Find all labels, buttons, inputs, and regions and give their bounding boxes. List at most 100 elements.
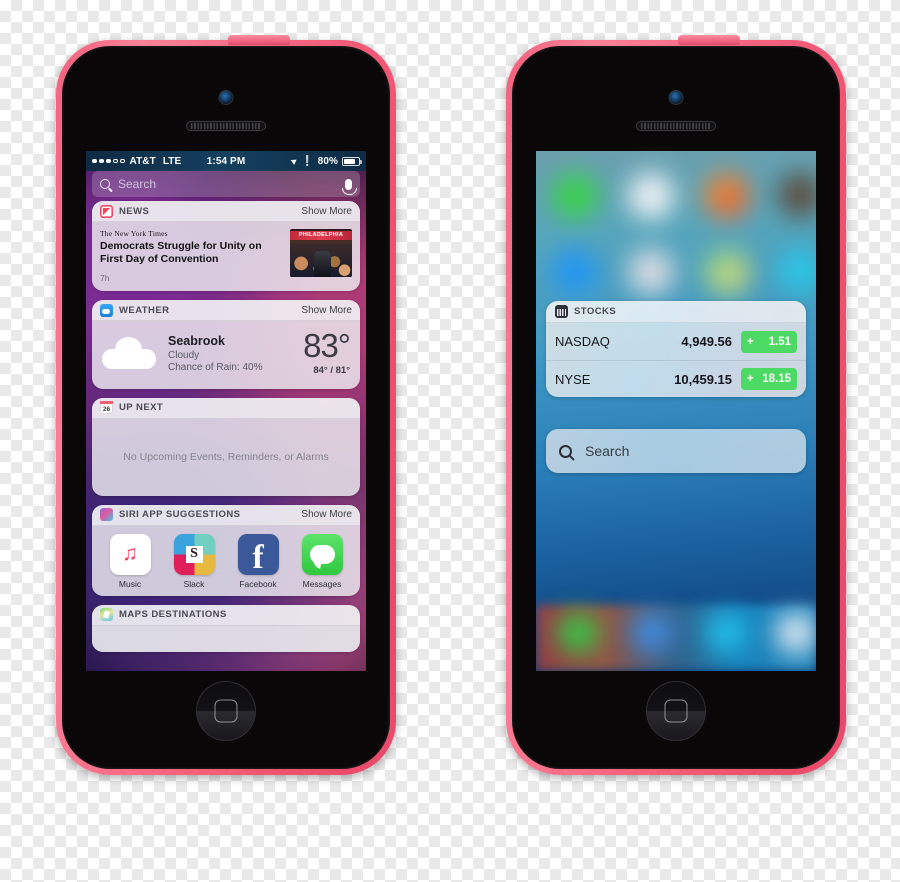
siri-icon <box>100 508 113 522</box>
app-label: Facebook <box>239 578 277 589</box>
phone-bezel-right: STOCKS NASDAQ 4,949.56 + 1.51 NYSE 10,45… <box>512 46 840 769</box>
power-button-right[interactable] <box>678 35 740 45</box>
power-button-left[interactable] <box>228 35 290 45</box>
weather-condition: Cloudy <box>168 349 200 361</box>
location-arrow-icon <box>290 157 299 165</box>
maps-widget-title: MAPS DESTINATIONS <box>119 609 227 621</box>
news-article[interactable]: The New York Times Democrats Struggle fo… <box>92 222 360 291</box>
bluetooth-icon: ❕ <box>301 155 314 167</box>
stock-change-value: 18.15 <box>762 373 791 385</box>
up-next-content: No Upcoming Events, Reminders, or Alarms <box>92 419 360 496</box>
stock-name: NYSE <box>555 371 591 387</box>
weather-content: Seabrook Cloudy Chance of Rain: 40% 83° … <box>92 321 360 388</box>
home-button-square-icon <box>214 699 238 723</box>
up-next-widget[interactable]: 26 UP NEXT No Upcoming Events, Reminders… <box>92 397 360 496</box>
weather-widget-title: WEATHER <box>119 304 170 316</box>
weather-high-low: 84° / 81° <box>313 364 350 376</box>
news-widget-title: NEWS <box>119 205 150 217</box>
up-next-widget-title: UP NEXT <box>119 402 164 414</box>
news-source-label: The New York Times <box>100 229 168 238</box>
stocks-widget-header: STOCKS <box>546 301 806 323</box>
wallpaper-right <box>536 151 816 671</box>
news-widget[interactable]: NEWS Show More The New York Times Democr… <box>92 201 360 292</box>
phone-body-left: AT&T LTE 1:54 PM ❕ 80% Search NEWS Show … <box>56 35 396 775</box>
weather-temperature: 83° <box>303 327 351 365</box>
stock-change-badge: + 1.51 <box>741 330 797 353</box>
weather-city: Seabrook <box>168 333 225 348</box>
news-thumbnail-banner: PHILADELPHIA <box>290 231 352 240</box>
stock-change-value: 1.51 <box>768 335 791 348</box>
phone-bezel-left: AT&T LTE 1:54 PM ❕ 80% Search NEWS Show … <box>62 46 390 769</box>
search-input[interactable]: Search <box>92 171 360 197</box>
search-input[interactable]: Search <box>546 429 806 473</box>
left-screen: AT&T LTE 1:54 PM ❕ 80% Search NEWS Show … <box>86 151 366 671</box>
weather-widget[interactable]: WEATHER Show More Seabrook Cloudy Chance… <box>92 300 360 389</box>
home-button-right[interactable] <box>646 681 706 741</box>
stock-change-sign: + <box>747 373 754 385</box>
battery-percent-label: 80% <box>317 155 338 167</box>
siri-show-more-button[interactable]: Show More <box>301 509 352 520</box>
cloud-icon <box>102 337 156 370</box>
news-widget-header: NEWS Show More <box>92 201 360 222</box>
weather-show-more-button[interactable]: Show More <box>301 305 352 316</box>
home-button-square-icon <box>664 699 688 723</box>
app-suggestion-slack[interactable]: S Slack <box>164 533 224 589</box>
stock-change-badge: + 18.15 <box>741 368 797 390</box>
weather-rain-chance: Chance of Rain: 40% <box>168 361 263 373</box>
battery-icon <box>342 156 362 166</box>
left-phone: AT&T LTE 1:54 PM ❕ 80% Search NEWS Show … <box>56 35 396 775</box>
stock-name: NASDAQ <box>555 334 610 349</box>
siri-widget-title: SIRI APP SUGGESTIONS <box>119 509 241 521</box>
app-label: Messages <box>302 578 342 589</box>
stocks-row[interactable]: NASDAQ 4,949.56 + 1.51 <box>546 323 806 360</box>
weather-widget-header: WEATHER Show More <box>92 300 360 322</box>
stock-value: 4,949.56 <box>681 334 732 349</box>
maps-widget-header: MAPS DESTINATIONS <box>92 604 360 626</box>
search-icon <box>100 179 110 189</box>
news-app-icon <box>100 204 113 218</box>
messages-app-icon <box>301 533 343 575</box>
home-button-left[interactable] <box>196 681 256 741</box>
up-next-widget-header: 26 UP NEXT <box>92 397 360 419</box>
app-suggestion-music[interactable]: ♫ Music <box>100 533 160 589</box>
right-phone: STOCKS NASDAQ 4,949.56 + 1.51 NYSE 10,45… <box>506 35 846 775</box>
news-timestamp: 7h <box>100 273 110 284</box>
front-camera-icon <box>219 91 233 104</box>
maps-app-icon <box>100 608 113 622</box>
slack-app-icon: S <box>173 533 215 575</box>
stocks-row[interactable]: NYSE 10,459.15 + 18.15 <box>546 360 806 397</box>
siri-app-row: ♫ Music S Slack f Facebook Messages <box>92 526 360 596</box>
news-headline: Democrats Struggle for Unity on First Da… <box>100 240 262 266</box>
search-icon <box>559 444 572 458</box>
stocks-widget[interactable]: STOCKS NASDAQ 4,949.56 + 1.51 NYSE 10,45… <box>546 301 806 397</box>
maps-widget-content <box>92 625 360 652</box>
app-suggestion-messages[interactable]: Messages <box>292 533 352 589</box>
microphone-icon[interactable] <box>342 178 357 195</box>
front-camera-icon <box>669 91 683 104</box>
earpiece-speaker <box>186 121 266 131</box>
app-label: Slack <box>183 578 205 589</box>
up-next-empty-text: No Upcoming Events, Reminders, or Alarms <box>123 451 329 464</box>
siri-suggestions-widget[interactable]: SIRI APP SUGGESTIONS Show More ♫ Music S… <box>92 504 360 596</box>
siri-widget-header: SIRI APP SUGGESTIONS Show More <box>92 504 360 526</box>
music-app-icon: ♫ <box>109 533 151 575</box>
stock-change-sign: + <box>747 335 754 348</box>
search-placeholder: Search <box>118 177 157 191</box>
maps-destinations-widget[interactable]: MAPS DESTINATIONS <box>92 604 360 652</box>
search-label: Search <box>585 443 630 459</box>
status-bar-left: AT&T LTE 1:54 PM ❕ 80% <box>86 151 366 171</box>
right-screen: STOCKS NASDAQ 4,949.56 + 1.51 NYSE 10,45… <box>536 151 816 671</box>
stocks-app-icon <box>555 305 568 318</box>
stocks-widget-title: STOCKS <box>574 306 617 317</box>
app-label: Music <box>118 578 142 589</box>
stock-value: 10,459.15 <box>674 371 732 387</box>
news-thumbnail: PHILADELPHIA <box>290 229 352 277</box>
app-suggestion-facebook[interactable]: f Facebook <box>228 533 288 589</box>
earpiece-speaker <box>636 121 716 131</box>
news-show-more-button[interactable]: Show More <box>301 206 352 217</box>
phone-body-right: STOCKS NASDAQ 4,949.56 + 1.51 NYSE 10,45… <box>506 35 846 775</box>
facebook-app-icon: f <box>237 533 279 575</box>
weather-app-icon <box>100 303 113 317</box>
today-widget-list[interactable]: NEWS Show More The New York Times Democr… <box>86 201 366 671</box>
calendar-icon: 26 <box>100 401 113 415</box>
